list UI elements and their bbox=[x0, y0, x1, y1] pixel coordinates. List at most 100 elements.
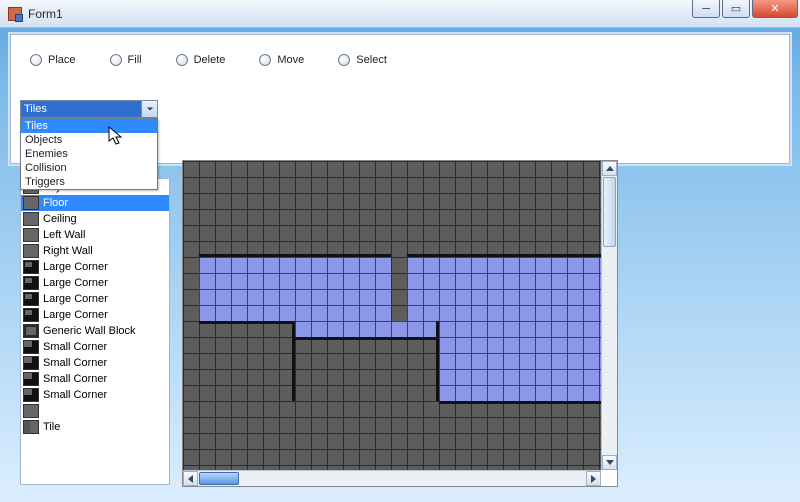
radio-dot-icon bbox=[259, 54, 271, 66]
map-viewport bbox=[182, 160, 618, 487]
tile-region bbox=[295, 321, 439, 337]
tile-swatch-icon bbox=[23, 292, 39, 306]
tile-edge bbox=[407, 254, 601, 257]
close-icon: ✕ bbox=[770, 2, 779, 15]
tool-mode-radios: Place Fill Delete Move Select bbox=[30, 54, 387, 66]
vertical-scroll-thumb[interactable] bbox=[603, 177, 616, 247]
tile-region bbox=[439, 321, 601, 401]
radio-dot-icon bbox=[110, 54, 122, 66]
list-item[interactable]: Tile bbox=[21, 419, 169, 435]
list-item[interactable]: Right Wall bbox=[21, 243, 169, 259]
list-item-label: Large Corner bbox=[43, 277, 108, 289]
tile-swatch-icon bbox=[23, 228, 39, 242]
tile-swatch-icon bbox=[23, 420, 39, 434]
tile-swatch-icon bbox=[23, 340, 39, 354]
list-item[interactable]: Left Wall bbox=[21, 227, 169, 243]
arrow-right-icon bbox=[591, 475, 596, 483]
list-item-label: Tile bbox=[43, 421, 60, 433]
tile-listbox[interactable]: Sky Floor Ceiling Left Wall Right Wall L… bbox=[20, 178, 170, 485]
list-item[interactable]: Large Corner bbox=[21, 307, 169, 323]
list-item-label: Ceiling bbox=[43, 213, 77, 225]
list-item[interactable]: Small Corner bbox=[21, 355, 169, 371]
list-item-label: Small Corner bbox=[43, 357, 107, 369]
scroll-up-button[interactable] bbox=[602, 161, 617, 176]
dropdown-option-triggers[interactable]: Triggers bbox=[21, 175, 157, 189]
tile-swatch-icon bbox=[23, 404, 39, 418]
radio-label: Select bbox=[356, 54, 387, 66]
tile-region bbox=[407, 257, 601, 321]
scroll-left-button[interactable] bbox=[183, 471, 198, 486]
app-icon bbox=[8, 7, 22, 21]
layer-dropdown[interactable]: Tiles Objects Enemies Collision Triggers bbox=[20, 118, 158, 190]
scroll-right-button[interactable] bbox=[586, 471, 601, 486]
tile-swatch-icon bbox=[23, 260, 39, 274]
list-item[interactable] bbox=[21, 403, 169, 419]
list-item[interactable]: Ceiling bbox=[21, 211, 169, 227]
tile-swatch-icon bbox=[23, 276, 39, 290]
arrow-down-icon bbox=[606, 460, 614, 465]
maximize-button[interactable]: ▭ bbox=[722, 0, 750, 18]
dropdown-option-tiles[interactable]: Tiles bbox=[21, 119, 157, 133]
titlebar: Form1 ─ ▭ ✕ bbox=[0, 0, 800, 28]
mouse-cursor-icon bbox=[108, 126, 124, 146]
close-button[interactable]: ✕ bbox=[752, 0, 798, 18]
list-item[interactable]: Floor bbox=[21, 195, 169, 211]
radio-label: Place bbox=[48, 54, 76, 66]
tile-edge bbox=[199, 321, 295, 324]
list-item-label: Small Corner bbox=[43, 389, 107, 401]
radio-move[interactable]: Move bbox=[259, 54, 304, 66]
window-buttons: ─ ▭ ✕ bbox=[690, 0, 798, 18]
radio-dot-icon bbox=[338, 54, 350, 66]
tile-swatch-icon bbox=[23, 308, 39, 322]
dropdown-option-enemies[interactable]: Enemies bbox=[21, 147, 157, 161]
radio-label: Delete bbox=[194, 54, 226, 66]
radio-dot-icon bbox=[176, 54, 188, 66]
tile-swatch-icon bbox=[23, 356, 39, 370]
radio-label: Move bbox=[277, 54, 304, 66]
chevron-down-icon[interactable] bbox=[141, 101, 157, 117]
list-item-label: Large Corner bbox=[43, 309, 108, 321]
arrow-up-icon bbox=[606, 166, 614, 171]
radio-label: Fill bbox=[128, 54, 142, 66]
list-item-label: Right Wall bbox=[43, 245, 93, 257]
minimize-icon: ─ bbox=[702, 3, 710, 15]
tile-swatch-icon bbox=[23, 372, 39, 386]
scroll-down-button[interactable] bbox=[602, 455, 617, 470]
list-item-label: Large Corner bbox=[43, 261, 108, 273]
radio-dot-icon bbox=[30, 54, 42, 66]
list-item[interactable]: Small Corner bbox=[21, 371, 169, 387]
list-item-label: Large Corner bbox=[43, 293, 108, 305]
list-item[interactable]: Large Corner bbox=[21, 259, 169, 275]
combobox-selected: Tiles bbox=[21, 101, 141, 117]
vertical-scrollbar[interactable] bbox=[601, 161, 617, 470]
radio-select[interactable]: Select bbox=[338, 54, 387, 66]
radio-fill[interactable]: Fill bbox=[110, 54, 142, 66]
list-item[interactable]: Large Corner bbox=[21, 275, 169, 291]
list-item-label: Floor bbox=[43, 197, 68, 209]
dropdown-option-objects[interactable]: Objects bbox=[21, 133, 157, 147]
radio-place[interactable]: Place bbox=[30, 54, 76, 66]
layer-combobox[interactable]: Tiles bbox=[20, 100, 158, 118]
map-canvas[interactable] bbox=[183, 161, 601, 470]
list-item-label: Small Corner bbox=[43, 373, 107, 385]
list-item[interactable]: Small Corner bbox=[21, 387, 169, 403]
list-item[interactable]: Generic Wall Block bbox=[21, 323, 169, 339]
list-item-label: Small Corner bbox=[43, 341, 107, 353]
tile-swatch-icon bbox=[23, 388, 39, 402]
arrow-left-icon bbox=[188, 475, 193, 483]
tile-swatch-icon bbox=[23, 196, 39, 210]
maximize-icon: ▭ bbox=[731, 2, 741, 15]
list-item[interactable]: Small Corner bbox=[21, 339, 169, 355]
tile-edge bbox=[439, 401, 601, 404]
tile-swatch-icon bbox=[23, 324, 39, 338]
list-item-label: Generic Wall Block bbox=[43, 325, 136, 337]
dropdown-option-collision[interactable]: Collision bbox=[21, 161, 157, 175]
minimize-button[interactable]: ─ bbox=[692, 0, 720, 18]
list-item[interactable]: Large Corner bbox=[21, 291, 169, 307]
radio-delete[interactable]: Delete bbox=[176, 54, 226, 66]
horizontal-scroll-thumb[interactable] bbox=[199, 472, 239, 485]
tile-swatch-icon bbox=[23, 244, 39, 258]
horizontal-scrollbar[interactable] bbox=[183, 470, 601, 486]
tile-edge bbox=[199, 254, 391, 257]
tile-swatch-icon bbox=[23, 212, 39, 226]
